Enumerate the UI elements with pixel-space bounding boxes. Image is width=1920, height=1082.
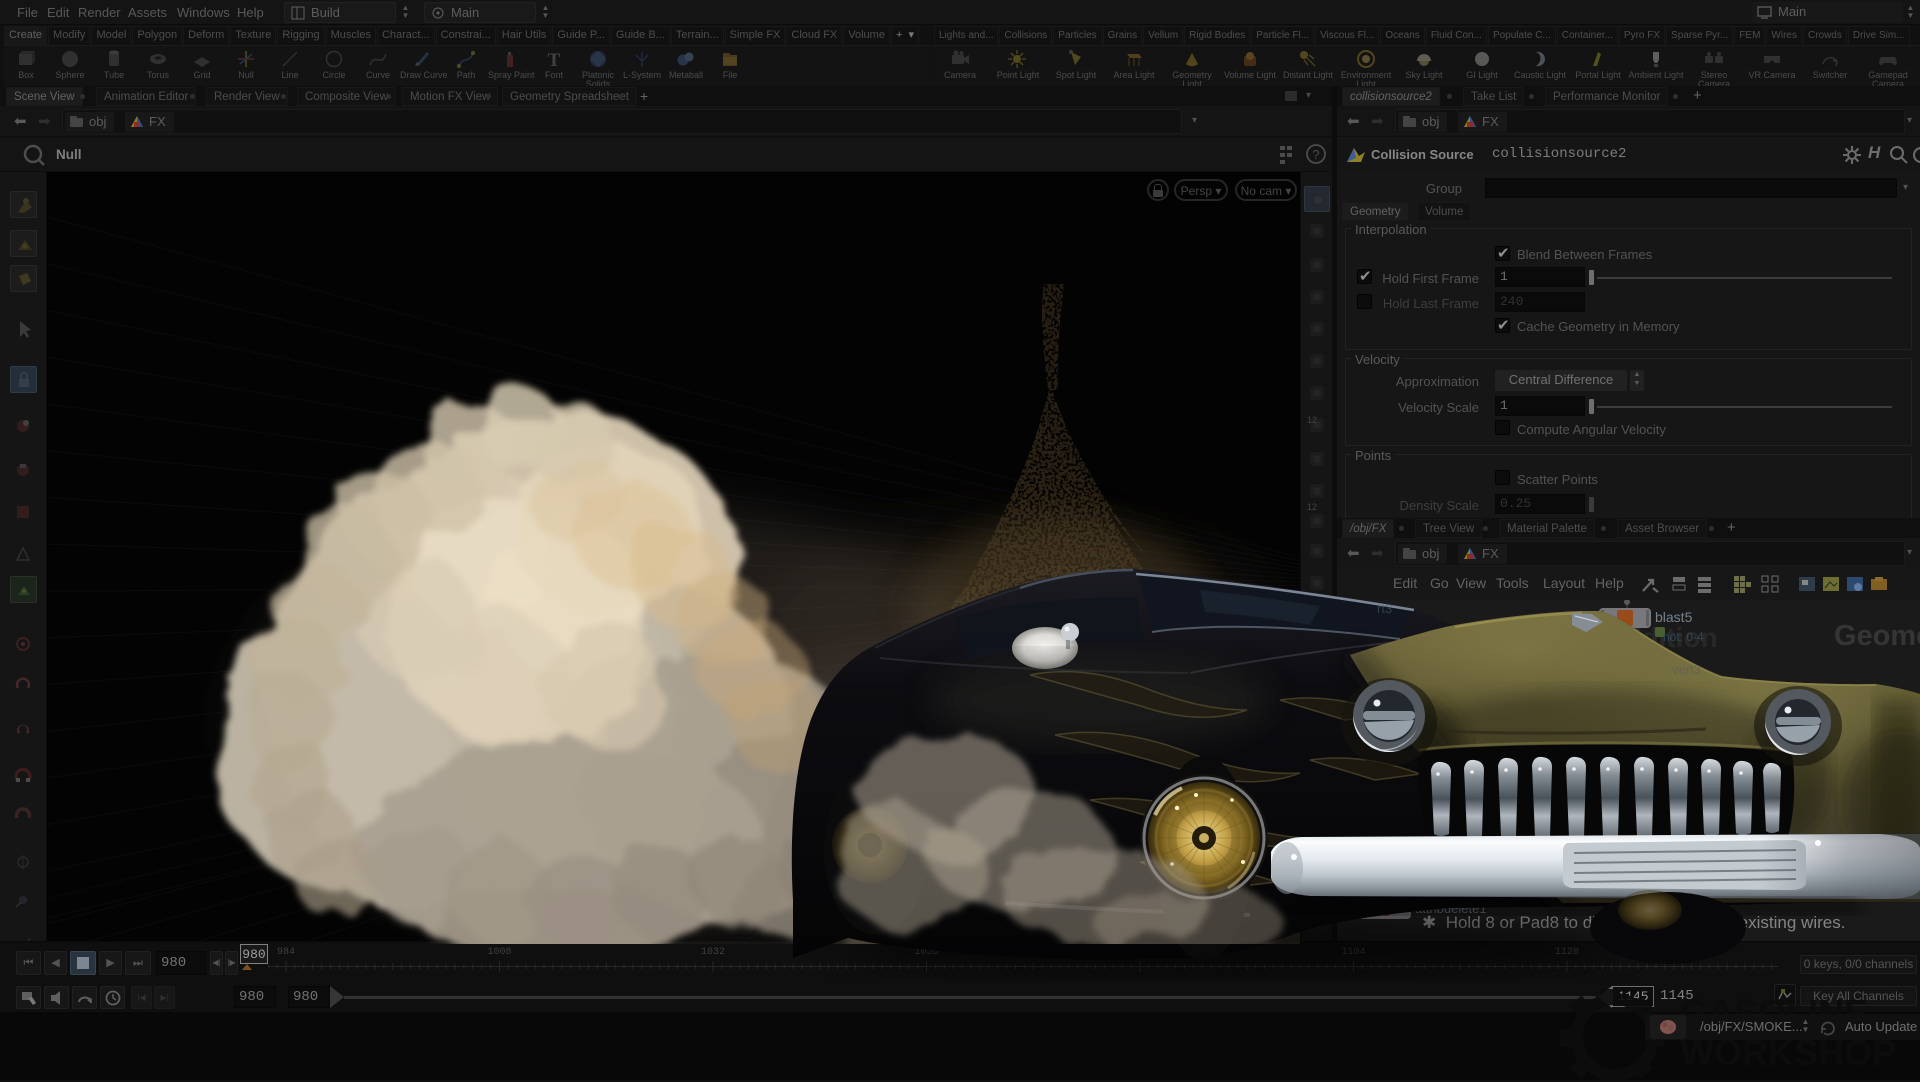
- svg-text:rt3: rt3: [1377, 601, 1392, 616]
- svg-text:vert3: vert3: [1672, 662, 1701, 677]
